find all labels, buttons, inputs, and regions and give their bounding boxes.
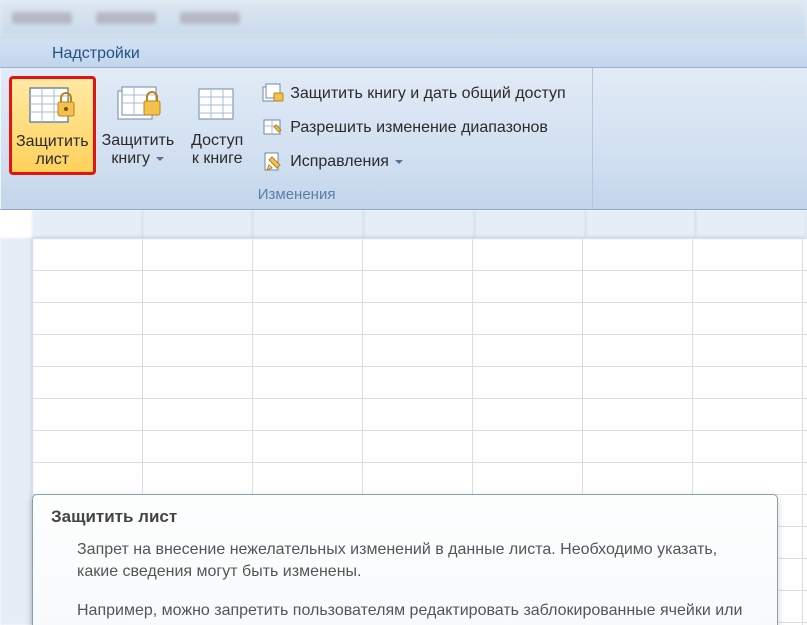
ribbon: Защитить лист [0,68,807,210]
workbook-share-icon [192,80,242,130]
group-changes: Защитить лист [0,68,593,209]
edit-ranges-icon [262,117,284,139]
protect-sheet-label-2: лист [35,151,69,168]
protect-and-share-button[interactable]: Защитить книгу и дать общий доступ [258,78,580,110]
track-changes-button[interactable]: Исправления [258,146,580,178]
tooltip-p2: Например, можно запретить пользователям … [77,600,759,625]
stacked-commands: Защитить книгу и дать общий доступ Разре… [254,76,584,180]
tooltip-body: Запрет на внесение нежелательных изменен… [33,535,777,625]
app-window: Надстройки [0,0,807,625]
allow-edit-ranges-button[interactable]: Разрешить изменение диапазонов [258,112,580,144]
tab-addins[interactable]: Надстройки [38,40,154,67]
allow-edit-ranges-label: Разрешить изменение диапазонов [290,119,548,137]
protect-workbook-button[interactable]: Защитить книгу [96,76,181,173]
protect-sheet-label-1: Защитить [16,133,89,150]
protect-and-share-label: Защитить книгу и дать общий доступ [290,85,565,103]
title-bar [0,0,807,36]
tooltip-p1: Запрет на внесение нежелательных изменен… [77,539,759,582]
track-changes-label: Исправления [290,153,389,170]
share-workbook-label-1: Доступ [191,132,243,149]
ribbon-tabs: Надстройки [0,36,807,68]
worksheet-grid[interactable]: Защитить лист Запрет на внесение нежелат… [0,210,807,625]
share-workbook-button[interactable]: Доступ к книге [180,76,254,173]
row-headers [0,238,32,625]
workbook-lock-icon [113,80,163,130]
protect-workbook-label-2: книгу [111,150,150,167]
chevron-down-icon [395,160,403,164]
share-workbook-label-2: к книге [192,150,243,167]
track-changes-icon [262,151,284,173]
tooltip-title: Защитить лист [33,495,777,535]
protect-workbook-label-1: Защитить [102,132,175,149]
sheet-lock-icon [27,81,77,131]
chevron-down-icon [156,157,164,161]
protect-sheet-button[interactable]: Защитить лист [9,76,96,175]
super-tooltip: Защитить лист Запрет на внесение нежелат… [32,494,778,625]
column-headers [32,210,807,238]
group-changes-label: Изменения [9,184,584,205]
protect-share-icon [262,83,284,105]
